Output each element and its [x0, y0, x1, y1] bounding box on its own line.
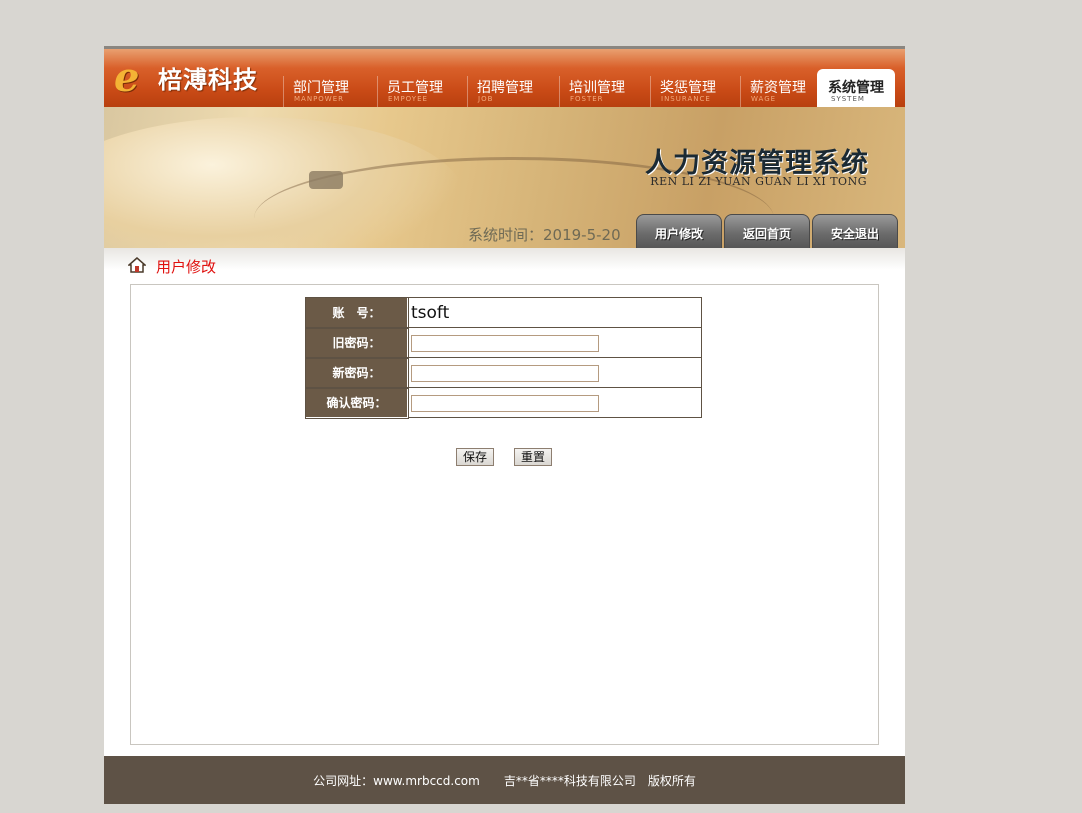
new-password-input[interactable]: [411, 365, 599, 383]
footer: 公司网址：www.mrbccd.com 吉**省****科技有限公司 版权所有: [104, 756, 905, 804]
breadcrumb-label: 用户修改: [156, 258, 217, 276]
form-row-confirm-password: 确认密码：: [304, 386, 702, 419]
footer-text: 公司网址：www.mrbccd.com 吉**省****科技有限公司 版权所有: [313, 774, 696, 788]
new-password-label: 新密码：: [304, 356, 409, 389]
nav-label: 奖惩管理: [660, 80, 716, 96]
nav-item-department[interactable]: 部门管理 MANPOWER: [283, 76, 372, 107]
nav-label: 招聘管理: [477, 80, 533, 96]
header-banner: 人力资源管理系统 REN LI ZI YUAN GUAN LI XI TONG …: [104, 107, 905, 248]
top-nav-bar: e 棓溥科技 部门管理 MANPOWER 员工管理 EMPOYEE 招聘管理 J…: [104, 46, 905, 107]
new-password-cell: [407, 357, 702, 388]
account-label: 账 号：: [304, 296, 409, 329]
nav-sublabel: MANPOWER: [294, 95, 345, 103]
page-wrapper: e 棓溥科技 部门管理 MANPOWER 员工管理 EMPOYEE 招聘管理 J…: [104, 46, 905, 804]
account-value: tsoft: [411, 302, 450, 323]
system-subtitle: REN LI ZI YUAN GUAN LI XI TONG: [650, 175, 867, 188]
nav-sublabel: JOB: [478, 95, 494, 103]
old-password-label: 旧密码：: [304, 326, 409, 359]
old-password-cell: [407, 327, 702, 358]
nav-sublabel: EMPOYEE: [388, 95, 428, 103]
banner-decoration: [309, 171, 343, 189]
nav-label: 系统管理: [828, 80, 884, 96]
nav-item-recruitment[interactable]: 招聘管理 JOB: [467, 76, 556, 107]
home-icon: [128, 257, 146, 273]
confirm-password-input[interactable]: [411, 395, 599, 413]
nav-label: 员工管理: [387, 80, 443, 96]
nav-label: 部门管理: [293, 80, 349, 96]
account-cell: tsoft: [407, 297, 702, 328]
content-panel: 账 号： tsoft 旧密码： 新密码： 确认密码： 保存 重置: [130, 284, 879, 745]
form-row-account: 账 号： tsoft: [304, 296, 702, 329]
nav-item-salary[interactable]: 薪资管理 WAGE: [740, 76, 829, 107]
nav-item-employee[interactable]: 员工管理 EMPOYEE: [377, 76, 466, 107]
nav-sublabel: SYSTEM: [831, 95, 865, 103]
old-password-input[interactable]: [411, 335, 599, 353]
nav-label: 薪资管理: [750, 80, 806, 96]
nav-item-rewards[interactable]: 奖惩管理 INSURANCE: [650, 76, 739, 107]
nav-sublabel: WAGE: [751, 95, 777, 103]
logo-icon: e: [114, 54, 140, 101]
logout-tab[interactable]: 安全退出: [812, 214, 898, 248]
nav-sublabel: FOSTER: [570, 95, 604, 103]
confirm-password-label: 确认密码：: [304, 386, 409, 419]
form-row-new-password: 新密码：: [304, 356, 702, 389]
edit-user-tab[interactable]: 用户修改: [636, 214, 722, 248]
company-name: 棓溥科技: [158, 66, 258, 94]
nav-label: 培训管理: [569, 80, 625, 96]
nav-item-training[interactable]: 培训管理 FOSTER: [559, 76, 648, 107]
form-row-old-password: 旧密码：: [304, 326, 702, 359]
reset-button[interactable]: 重置: [514, 448, 553, 466]
home-tab[interactable]: 返回首页: [724, 214, 810, 248]
nav-sublabel: INSURANCE: [661, 95, 711, 103]
confirm-password-cell: [407, 387, 702, 418]
breadcrumb: 用户修改: [104, 248, 905, 284]
save-button[interactable]: 保存: [456, 448, 495, 466]
system-time: 系统时间：2019-5-20: [468, 226, 621, 244]
user-edit-form: 账 号： tsoft 旧密码： 新密码： 确认密码：: [304, 296, 702, 419]
nav-item-system[interactable]: 系统管理 SYSTEM: [817, 69, 895, 107]
